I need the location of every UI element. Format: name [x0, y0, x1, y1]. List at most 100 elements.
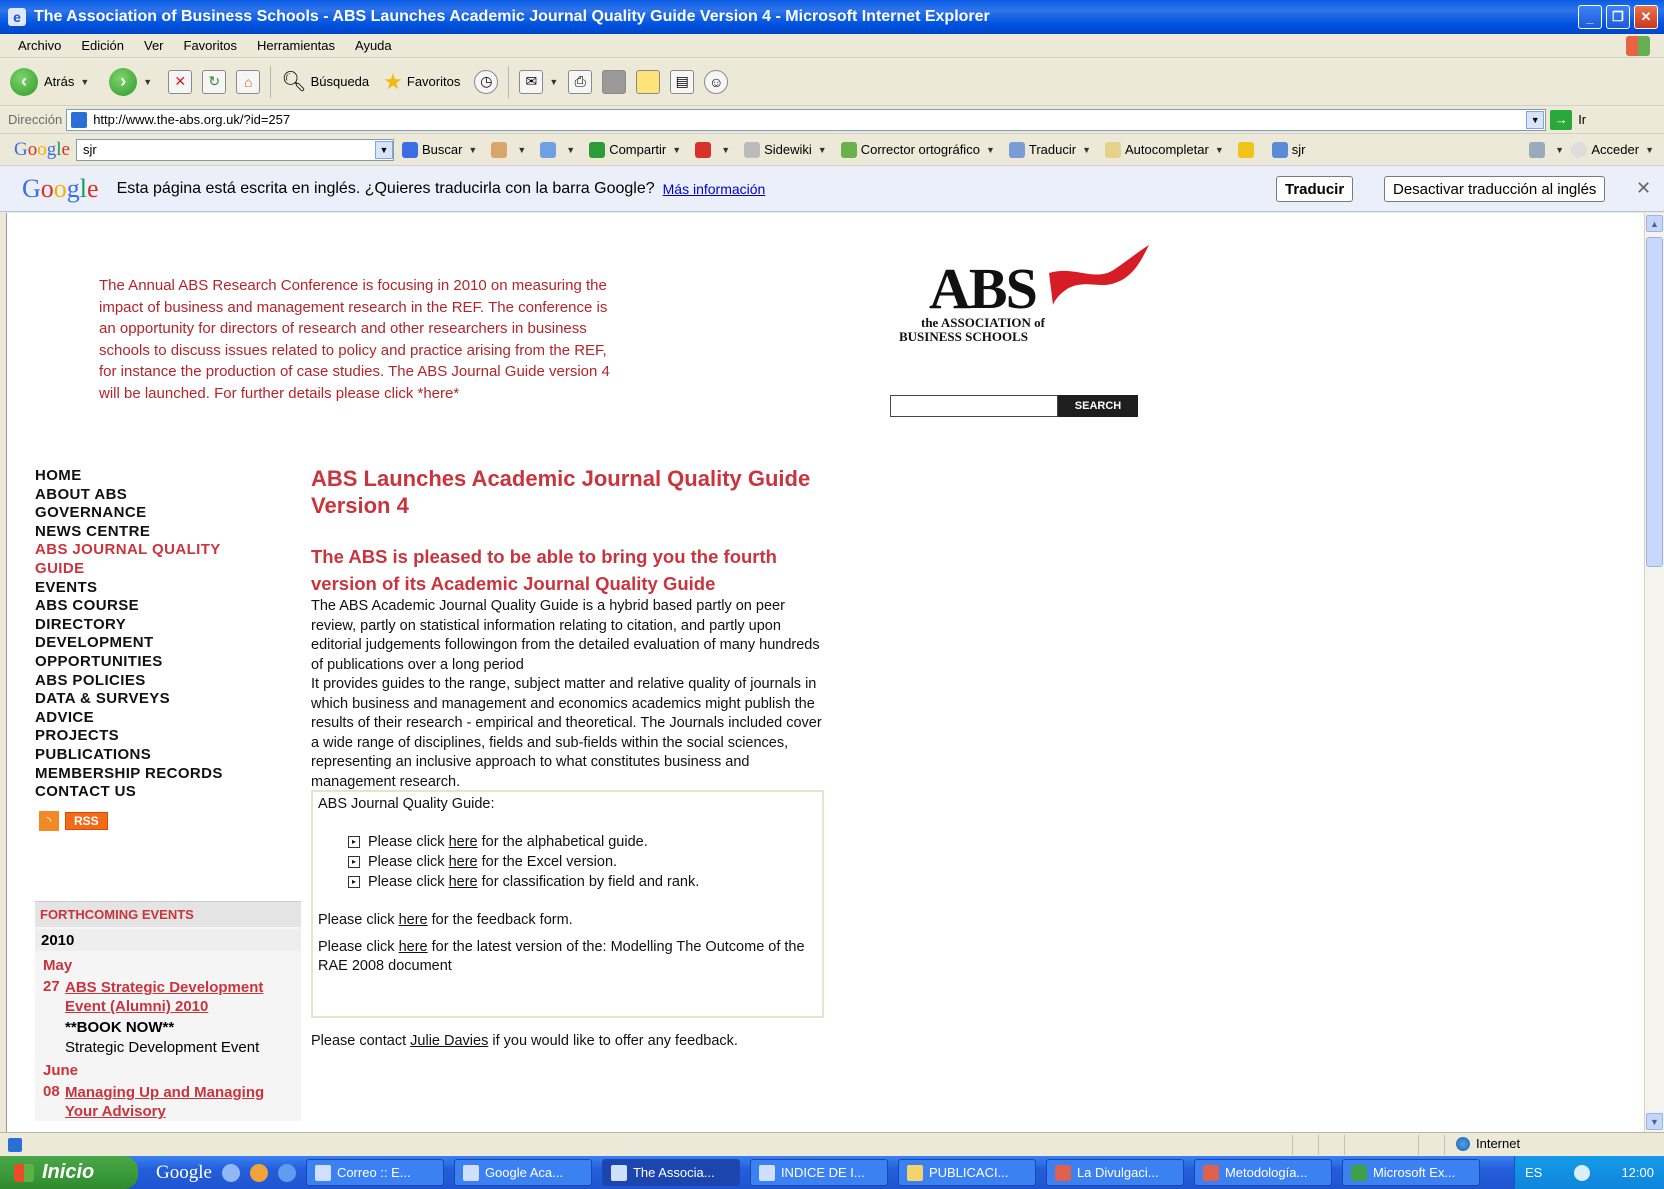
scroll-up-icon[interactable]: ▲	[1646, 215, 1663, 232]
note-icon[interactable]	[636, 69, 661, 94]
minimize-button[interactable]: _	[1578, 5, 1602, 29]
language-indicator[interactable]: ES	[1525, 1165, 1542, 1180]
rss-link[interactable]: ◝ RSS	[39, 811, 108, 831]
menu-ver[interactable]: Ver	[144, 38, 164, 53]
nav-data-surveys[interactable]: DATA & SURVEYS	[35, 690, 295, 709]
menu-herramientas[interactable]: Herramientas	[257, 38, 335, 53]
chevron-down-icon[interactable]: ▼	[80, 77, 89, 87]
stop-icon[interactable]: ✕	[168, 69, 193, 94]
scrollbar-thumb[interactable]	[1646, 237, 1663, 567]
buscar-button[interactable]: Buscar ▼	[401, 141, 477, 158]
home-icon[interactable]: ⌂	[236, 69, 261, 94]
rae-document-link[interactable]: here	[399, 939, 428, 955]
print-icon[interactable]: ⎙	[568, 69, 593, 94]
chevron-down-icon[interactable]: ▼	[1215, 145, 1224, 155]
site-search-button[interactable]: SEARCH	[1058, 395, 1138, 417]
close-icon[interactable]: ✕	[1636, 178, 1651, 199]
nav-projects[interactable]: PROJECTS	[35, 727, 295, 746]
nav-about[interactable]: ABOUT ABS	[35, 486, 295, 505]
close-button[interactable]: ✕	[1634, 5, 1658, 29]
event-title-link[interactable]: ABS Strategic Development Event (Alumni)…	[65, 978, 297, 1016]
popup-blocker-button[interactable]: ▼	[695, 141, 730, 158]
menu-edicion[interactable]: Edición	[81, 38, 124, 53]
alphabetical-guide-link[interactable]: here	[449, 832, 478, 852]
security-zone[interactable]: Internet	[1456, 1136, 1520, 1151]
conference-promo[interactable]: The Annual ABS Research Conference is fo…	[99, 275, 619, 404]
nav-membership-records[interactable]: MEMBERSHIP RECORDS	[35, 765, 295, 784]
taskbar-item[interactable]: Google Aca...	[453, 1159, 592, 1186]
translate-button[interactable]: Traducir	[1276, 176, 1354, 202]
taskbar-item-active[interactable]: The Associa...	[601, 1159, 740, 1186]
menu-ayuda[interactable]: Ayuda	[355, 38, 392, 53]
taskbar-item[interactable]: Correo :: E...	[305, 1159, 444, 1186]
disable-translation-button[interactable]: Desactivar traducción al inglés	[1384, 176, 1606, 202]
google-logo[interactable]: Google	[14, 139, 70, 161]
quicklaunch-icon[interactable]	[249, 1163, 268, 1182]
nav-journal-quality-guide[interactable]: ABS JOURNAL QUALITY GUIDE	[35, 541, 235, 578]
edit-icon[interactable]	[602, 69, 627, 94]
vertical-scrollbar[interactable]: ▲ ▼	[1644, 213, 1664, 1132]
acceder-button[interactable]: Acceder ▼	[1571, 141, 1654, 158]
chevron-down-icon[interactable]: ▼	[517, 145, 526, 155]
search-term-button[interactable]: sjr	[1271, 141, 1305, 158]
nav-policies[interactable]: ABS POLICIES	[35, 672, 295, 691]
clock[interactable]: 12:00	[1621, 1165, 1654, 1180]
history-icon[interactable]: ◷	[474, 69, 499, 94]
back-button[interactable]: ‹ Atrás ▼	[10, 67, 89, 96]
chevron-down-icon[interactable]: ▼	[818, 145, 827, 155]
event-title-link[interactable]: Managing Up and Managing Your Advisory	[65, 1083, 297, 1121]
taskbar-item[interactable]: INDICE DE I...	[749, 1159, 888, 1186]
plus-button[interactable]: ▼	[540, 141, 575, 158]
quicklaunch-icon[interactable]	[277, 1163, 296, 1182]
nav-home[interactable]: HOME	[35, 467, 295, 486]
sidewiki-button[interactable]: Sidewiki ▼	[744, 141, 827, 158]
window-title-bar[interactable]: e The Association of Business Schools - …	[0, 0, 1664, 34]
abs-logo[interactable]: ABS the ASSOCIATION of BUSINESS SCHOOLS	[889, 243, 1149, 353]
search-button[interactable]: 🔍︎ Búsqueda	[281, 69, 369, 94]
chevron-down-icon[interactable]: ▼	[721, 145, 730, 155]
refresh-icon[interactable]: ↻	[202, 69, 227, 94]
traducir-button[interactable]: Traducir ▼	[1008, 141, 1091, 158]
address-input[interactable]: http://www.the-abs.org.uk/?id=257	[66, 108, 1547, 131]
go-button[interactable]: → Ir	[1550, 109, 1586, 130]
forward-button[interactable]: › ▼	[109, 67, 152, 96]
autocompletar-button[interactable]: Autocompletar ▼	[1104, 141, 1224, 158]
menu-archivo[interactable]: Archivo	[18, 38, 61, 53]
highlight-button[interactable]	[1237, 141, 1258, 158]
menu-favoritos[interactable]: Favoritos	[184, 38, 237, 53]
site-search-input[interactable]	[890, 395, 1058, 417]
taskbar-item[interactable]: Metodología...	[1193, 1159, 1332, 1186]
mail-icon[interactable]: ✉	[519, 69, 544, 94]
corrector-button[interactable]: Corrector ortográfico ▼	[840, 141, 995, 158]
contact-person-link[interactable]: Julie Davies	[410, 1033, 488, 1049]
taskbar-item[interactable]: La Divulgaci...	[1045, 1159, 1184, 1186]
chevron-down-icon[interactable]: ▼	[672, 145, 681, 155]
bookmark-button[interactable]: ▼	[491, 141, 526, 158]
favorites-button[interactable]: ★ Favoritos	[383, 69, 460, 95]
restore-button[interactable]: ❐	[1606, 5, 1630, 29]
chevron-down-icon[interactable]: ▼	[549, 77, 558, 87]
messenger-icon[interactable]: ☺	[704, 69, 729, 94]
taskbar-item[interactable]: Microsoft Ex...	[1341, 1159, 1480, 1186]
google-search-input[interactable]: sjr ▼	[75, 138, 394, 161]
chevron-down-icon[interactable]: ▼	[986, 145, 995, 155]
chevron-down-icon[interactable]: ▼	[1082, 145, 1091, 155]
tray-icon[interactable]	[1573, 1164, 1590, 1181]
chevron-down-icon[interactable]: ▼	[1645, 145, 1654, 155]
nav-events[interactable]: EVENTS	[35, 579, 295, 598]
nav-news-centre[interactable]: NEWS CENTRE	[35, 523, 295, 542]
chevron-down-icon[interactable]: ▼	[1555, 145, 1564, 155]
chevron-down-icon[interactable]: ▼	[143, 77, 152, 87]
nav-advice[interactable]: ADVICE	[35, 709, 295, 728]
feedback-form-link[interactable]: here	[399, 912, 428, 928]
excel-version-link[interactable]: here	[449, 852, 478, 872]
start-button[interactable]: Inicio	[0, 1156, 138, 1189]
nav-course-directory[interactable]: ABS COURSE DIRECTORY	[35, 597, 155, 634]
more-info-link[interactable]: Más información	[663, 181, 766, 197]
compartir-button[interactable]: Compartir ▼	[589, 141, 681, 158]
scroll-down-icon[interactable]: ▼	[1646, 1113, 1663, 1130]
nav-contact-us[interactable]: CONTACT US	[35, 783, 295, 802]
chevron-down-icon[interactable]: ▼	[566, 145, 575, 155]
settings-button[interactable]: ▼	[1529, 141, 1564, 158]
chevron-down-icon[interactable]: ▼	[1526, 110, 1545, 129]
